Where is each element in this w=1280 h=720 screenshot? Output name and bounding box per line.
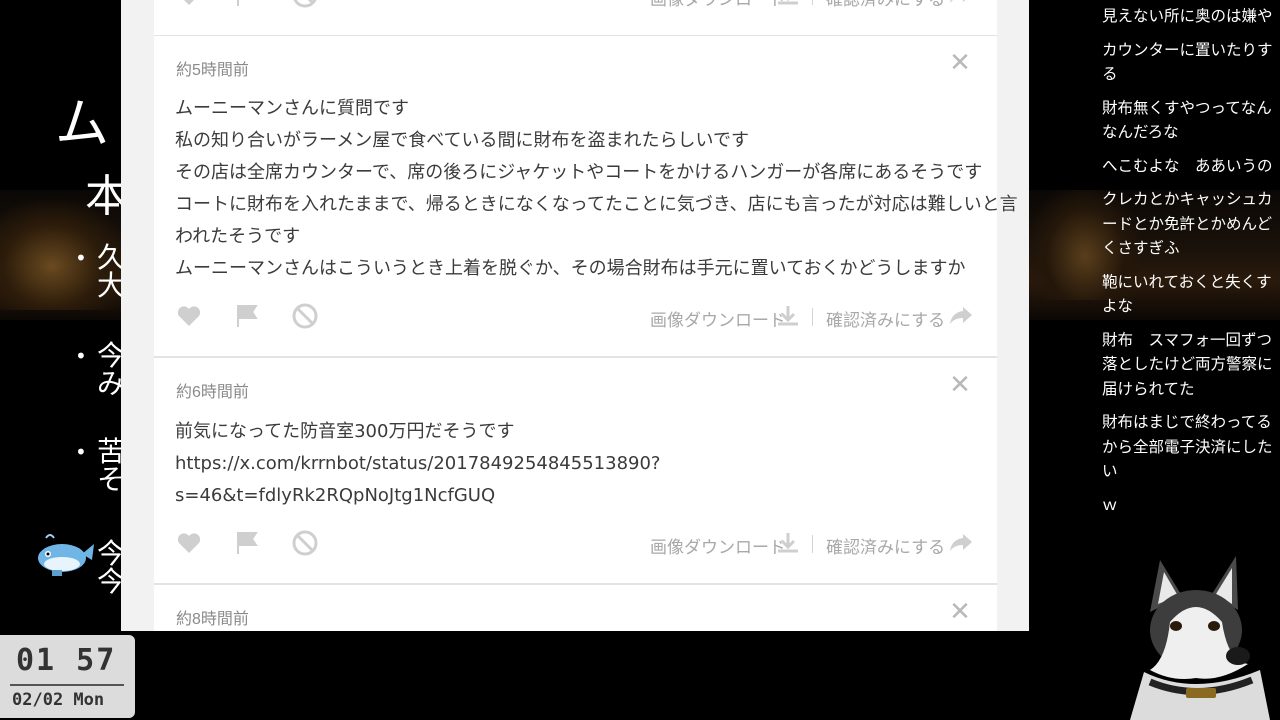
chat-message: クレカとかキャッシュカードとか免許とかめんどくさすぎふ <box>1102 190 1273 257</box>
card-actions: 画像ダウンロード 確認済みにする <box>175 302 975 332</box>
bullet-dot-icon: • <box>75 440 87 464</box>
chat-message: へこむよな ああいうの <box>1102 156 1273 175</box>
whale-mascot-icon <box>38 534 94 576</box>
card-actions: 画像ダウンロード 確認済みにする <box>175 529 975 559</box>
husky-avatar-icon <box>1130 556 1270 720</box>
divider <box>812 308 813 326</box>
heart-icon[interactable] <box>175 0 203 9</box>
clock-date: 02/02 Mon <box>12 690 105 710</box>
question-text: 前気になってた防音室300万円だそうです https://x.com/krrnb… <box>175 421 661 506</box>
bullet-dot-icon: • <box>75 344 87 368</box>
block-icon[interactable] <box>291 529 319 557</box>
card-timestamp: 約6時間前 <box>176 384 249 401</box>
download-icon[interactable] <box>774 302 802 330</box>
chat-message: 鞄にいれておくと失くすよな <box>1102 272 1272 316</box>
chat-message: カウンターに置いたりする <box>1102 40 1273 84</box>
flag-icon[interactable] <box>233 529 261 557</box>
chat-message: 財布 スマフォ一回ずつ落としたけど両方警察に届けられてた <box>1102 330 1273 398</box>
clock-divider <box>10 684 124 686</box>
bullet-dot-icon: • <box>75 246 87 270</box>
close-icon[interactable]: ✕ <box>949 50 971 76</box>
share-arrow-icon[interactable] <box>947 0 975 9</box>
slide-title: ム <box>55 92 109 155</box>
clock-widget: 01 57 02/02 Mon <box>0 635 135 718</box>
question-card: 約6時間前 ✕ 前気になってた防音室300万円だそうです https://x.c… <box>154 357 997 584</box>
close-icon[interactable]: ✕ <box>949 599 971 625</box>
feed-card-partial: 画像ダウンロード 確認済みにする <box>154 0 997 36</box>
mark-confirmed-button[interactable]: 確認済みにする <box>826 0 945 10</box>
chat-message: 見えない所に奥のは嫌や <box>1102 7 1273 25</box>
card-timestamp: 約8時間前 <box>176 611 249 628</box>
mark-confirmed-button[interactable]: 確認済みにする <box>826 306 945 331</box>
card-actions: 画像ダウンロード 確認済みにする <box>175 0 975 11</box>
chat-message: 財布無くすやつってなんなんだろな <box>1102 98 1272 142</box>
divider <box>812 0 813 5</box>
share-arrow-icon[interactable] <box>947 529 975 557</box>
download-icon[interactable] <box>774 0 802 9</box>
chat-message: ｗ <box>1102 495 1118 514</box>
card-timestamp: 約5時間前 <box>176 62 249 79</box>
question-card: 約5時間前 ✕ ムーニーマンさんに質問です 私の知り合いがラーメン屋で食べている… <box>154 35 1018 357</box>
block-icon[interactable] <box>291 302 319 330</box>
question-card: 約8時間前 ✕ <box>154 584 997 631</box>
divider <box>812 535 813 553</box>
question-feed-panel[interactable]: 画像ダウンロード 確認済みにする 約5時間前 ✕ ムーニーマンさんに質問です 私… <box>121 0 1029 631</box>
close-icon[interactable]: ✕ <box>949 372 971 398</box>
share-arrow-icon[interactable] <box>947 302 975 330</box>
download-icon[interactable] <box>774 529 802 557</box>
clock-time: 01 57 <box>16 643 117 678</box>
flag-icon[interactable] <box>233 0 261 9</box>
chat-message: 財布はまじで終わってるから全部電子決済にしたい <box>1102 413 1273 480</box>
chat-log: 見えない所に奥のは嫌や カウンターに置いたりする 財布無くすやつってなんなんだろ… <box>1102 4 1280 526</box>
question-text: ムーニーマンさんに質問です 私の知り合いがラーメン屋で食べている間に財布を盗まれ… <box>175 98 1018 279</box>
image-download-button[interactable]: 画像ダウンロード <box>650 0 786 10</box>
flag-icon[interactable] <box>233 302 261 330</box>
mark-confirmed-button[interactable]: 確認済みにする <box>826 533 945 558</box>
image-download-button[interactable]: 画像ダウンロード <box>650 533 786 558</box>
heart-icon[interactable] <box>175 302 203 330</box>
heart-icon[interactable] <box>175 529 203 557</box>
block-icon[interactable] <box>291 0 319 9</box>
image-download-button[interactable]: 画像ダウンロード <box>650 306 786 331</box>
